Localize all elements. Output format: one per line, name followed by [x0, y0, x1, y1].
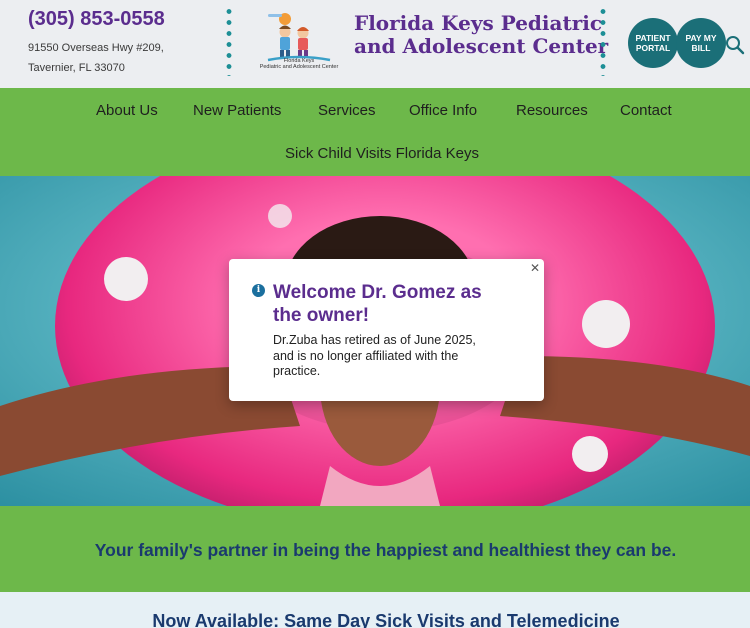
announcement-section: Now Available: Same Day Sick Visits and …: [0, 592, 750, 628]
dotted-divider: [226, 6, 232, 76]
nav-resources[interactable]: Resources: [516, 102, 588, 119]
address-line-1: 91550 Overseas Hwy #209,: [28, 42, 164, 54]
address-line-2: Tavernier, FL 33070: [28, 62, 125, 74]
nav-services[interactable]: Services: [318, 102, 376, 119]
nav-contact[interactable]: Contact: [620, 102, 672, 119]
nav-sick-child-visits[interactable]: Sick Child Visits Florida Keys: [285, 145, 479, 162]
modal-title: Welcome Dr. Gomez as the owner!: [273, 282, 482, 326]
main-navigation: About Us New Patients Services Office In…: [0, 88, 750, 176]
phone-number[interactable]: (305) 853-0558: [28, 8, 165, 31]
close-icon[interactable]: ✕: [528, 261, 542, 275]
modal-body: Dr.Zuba has retired as of June 2025, and…: [273, 333, 476, 378]
clinic-name[interactable]: Florida Keys Pediatric and Adolescent Ce…: [354, 12, 608, 58]
info-icon: i: [252, 284, 265, 297]
section-heading: Now Available: Same Day Sick Visits and …: [152, 611, 620, 628]
tagline-section: Your family's partner in being the happi…: [0, 506, 750, 592]
nav-about-us[interactable]: About Us: [96, 102, 158, 119]
announcement-modal: ✕ i Welcome Dr. Gomez as the owner! Dr.Z…: [229, 259, 544, 401]
pay-bill-button[interactable]: PAY MY BILL: [676, 18, 726, 68]
logo-caption: Florida Keys Pediatric and Adolescent Ce…: [259, 58, 339, 70]
site-header: (305) 853-0558 91550 Overseas Hwy #209, …: [0, 0, 750, 88]
dotted-divider: [600, 6, 606, 76]
search-icon[interactable]: [725, 35, 745, 55]
nav-office-info[interactable]: Office Info: [409, 102, 477, 119]
patient-portal-button[interactable]: PATIENT PORTAL: [628, 18, 678, 68]
tagline: Your family's partner in being the happi…: [94, 540, 677, 560]
nav-new-patients[interactable]: New Patients: [193, 102, 281, 119]
